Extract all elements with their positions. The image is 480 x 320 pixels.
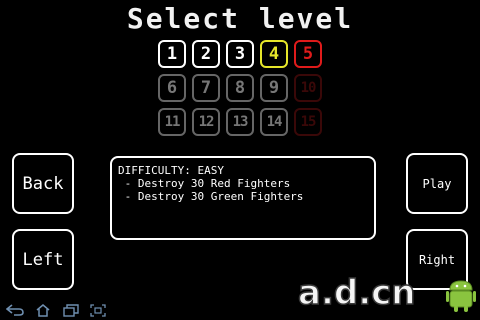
back-arrow-icon[interactable]	[6, 302, 24, 318]
page-title: Select level	[126, 2, 354, 35]
level-6-button[interactable]: 6	[158, 74, 186, 102]
level-grid: 1 2 3 4 5 6 7 8 9 10 11 12 13 14 15	[158, 40, 326, 136]
recent-apps-icon[interactable]	[62, 302, 80, 318]
difficulty-label: DIFFICULTY: EASY	[118, 164, 224, 177]
level-13-button[interactable]: 13	[226, 108, 254, 136]
level-15-button[interactable]: 15	[294, 108, 322, 136]
level-1-button[interactable]: 1	[158, 40, 186, 68]
level-14-button[interactable]: 14	[260, 108, 288, 136]
level-11-button[interactable]: 11	[158, 108, 186, 136]
back-button[interactable]: Back	[12, 153, 74, 214]
left-button[interactable]: Left	[12, 229, 74, 290]
level-info-panel: DIFFICULTY: EASY - Destroy 30 Red Fighte…	[110, 156, 376, 240]
objective-item: - Destroy 30 Red Fighters	[118, 177, 291, 190]
objective-item: - Destroy 30 Green Fighters	[118, 190, 304, 203]
level-9-button[interactable]: 9	[260, 74, 288, 102]
play-button[interactable]: Play	[406, 153, 468, 214]
watermark-logo: a.d.cn	[296, 272, 480, 314]
watermark-text: a.d.cn	[298, 273, 415, 312]
level-4-button[interactable]: 4	[260, 40, 288, 68]
level-8-button[interactable]: 8	[226, 74, 254, 102]
level-3-button[interactable]: 3	[226, 40, 254, 68]
level-12-button[interactable]: 12	[192, 108, 220, 136]
home-icon[interactable]	[34, 302, 52, 318]
android-robot-icon	[446, 280, 476, 312]
level-2-button[interactable]: 2	[192, 40, 220, 68]
level-5-button[interactable]: 5	[294, 40, 322, 68]
level-10-button[interactable]: 10	[294, 74, 322, 102]
level-7-button[interactable]: 7	[192, 74, 220, 102]
screenshot-icon[interactable]	[89, 302, 107, 318]
